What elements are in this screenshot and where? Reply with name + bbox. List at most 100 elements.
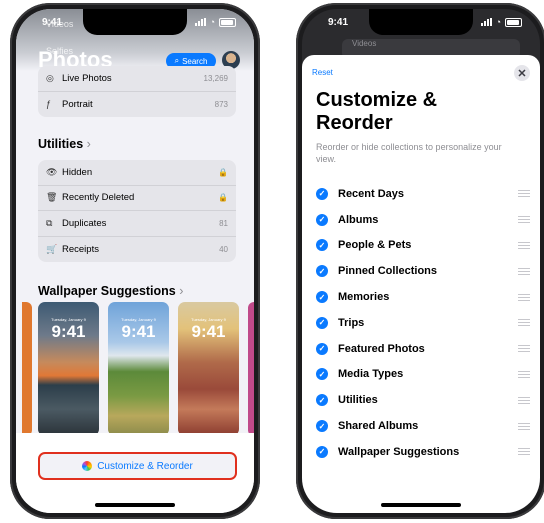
collection-list: ✓ Recent Days ✓ Albums ✓ People & Pets ✓ Pin…	[316, 181, 530, 465]
list-item-label: Duplicates	[62, 217, 107, 229]
checkmark-icon[interactable]: ✓	[316, 342, 328, 355]
list-item-count: 40	[219, 245, 228, 255]
drag-handle-icon[interactable]	[518, 267, 530, 275]
wallpaper-time: 9:41	[191, 322, 226, 341]
list-item-count: 13,269	[203, 73, 228, 83]
list-item-label: People & Pets	[338, 239, 412, 252]
wallpaper-time: 9:41	[51, 322, 86, 341]
wallpaper-carousel[interactable]: Tuesday, January 9 9:41 Tuesday, January…	[16, 302, 254, 438]
drag-handle-icon[interactable]	[518, 216, 530, 224]
list-item-label: Wallpaper Suggestions	[338, 445, 460, 458]
drag-handle-icon[interactable]	[518, 241, 530, 249]
lock-icon: 🔒	[218, 193, 228, 203]
checkmark-icon[interactable]: ✓	[316, 187, 328, 200]
drag-handle-icon[interactable]	[518, 293, 530, 301]
list-item-label: Shared Albums	[338, 420, 419, 433]
list-item-label: Hidden	[62, 166, 93, 178]
reset-button[interactable]: Reset	[312, 68, 333, 77]
list-item-count: 873	[214, 99, 228, 109]
battery-icon	[219, 17, 236, 27]
lock-icon: 🔒	[218, 167, 228, 177]
battery-icon	[505, 17, 522, 27]
home-indicator	[381, 503, 461, 507]
list-item[interactable]: ✓ Media Types	[316, 362, 530, 388]
status-time: 9:41	[42, 16, 63, 28]
wallpaper-heading[interactable]: Wallpaper Suggestions ›	[38, 284, 183, 298]
wifi-icon: ◔	[209, 17, 215, 27]
live-photos-icon: ◎	[46, 72, 54, 83]
list-item-label: Featured Photos	[338, 342, 425, 355]
photos-app-icon	[82, 461, 93, 471]
wallpaper-thumbnail[interactable]: Tuesday, January 9 9:41	[38, 302, 99, 436]
utilities-heading[interactable]: Utilities ›	[38, 137, 91, 151]
customize-reorder-button[interactable]: Customize & Reorder	[38, 452, 237, 480]
wallpaper-thumbnail-partial[interactable]	[248, 302, 254, 436]
list-item[interactable]: ƒ Portrait 873	[38, 92, 236, 118]
list-item-count: 81	[219, 218, 228, 228]
drag-handle-icon[interactable]	[518, 190, 530, 198]
wallpaper-thumbnail-partial[interactable]	[22, 302, 32, 436]
list-item[interactable]: ✓ Pinned Collections	[316, 258, 530, 284]
list-item-label: Recently Deleted	[62, 192, 135, 204]
chevron-right-icon: ›	[86, 137, 91, 151]
list-item-label: Portrait	[62, 98, 93, 110]
wallpaper-thumbnail[interactable]: Tuesday, January 9 9:41	[178, 302, 239, 436]
utilities-card: 👁 Hidden 🔒 🗑 Recently Deleted 🔒 ⧉ Duplic…	[38, 160, 236, 263]
right-phone: 9:41 ◔ Videos Reset ✕ Customize & Reorde…	[296, 3, 544, 519]
checkmark-icon[interactable]: ✓	[316, 316, 328, 329]
list-item-label: Albums	[338, 213, 379, 226]
drag-handle-icon[interactable]	[518, 319, 530, 327]
list-item[interactable]: ✓ Wallpaper Suggestions	[316, 439, 530, 465]
customize-sheet: Reset ✕ Customize & Reorder Reorder or h…	[302, 55, 540, 513]
list-item[interactable]: ⧉ Duplicates 81	[38, 211, 236, 237]
checkmark-icon[interactable]: ✓	[316, 213, 328, 226]
dynamic-island	[369, 9, 473, 35]
list-item-label: Memories	[338, 291, 390, 304]
portrait-icon: ƒ	[46, 99, 52, 110]
close-button[interactable]: ✕	[514, 65, 530, 81]
duplicates-icon: ⧉	[46, 217, 53, 228]
checkmark-icon[interactable]: ✓	[316, 368, 328, 381]
list-item[interactable]: ✓ Recent Days	[316, 181, 530, 207]
list-item[interactable]: ✓ Shared Albums	[316, 413, 530, 439]
list-item[interactable]: 🗑 Recently Deleted 🔒	[38, 186, 236, 212]
list-item-label: Recent Days	[338, 187, 405, 200]
checkmark-icon[interactable]: ✓	[316, 445, 328, 458]
cart-icon: 🛒	[46, 244, 58, 255]
wallpaper-time: 9:41	[121, 322, 156, 341]
drag-handle-icon[interactable]	[518, 345, 530, 353]
list-item-label: Trips	[338, 316, 365, 329]
wallpaper-thumbnail[interactable]: Tuesday, January 9 9:41	[108, 302, 169, 436]
list-item[interactable]: ◎ Live Photos 13,269	[38, 66, 236, 92]
list-item[interactable]: ✓ People & Pets	[316, 233, 530, 259]
list-item[interactable]: ✓ Memories	[316, 284, 530, 310]
media-types-card: ◎ Live Photos 13,269 ƒ Portrait 873	[38, 66, 236, 118]
wifi-icon: ◔	[495, 17, 501, 27]
customize-screen: 9:41 ◔ Videos Reset ✕ Customize & Reorde…	[302, 9, 540, 513]
checkmark-icon[interactable]: ✓	[316, 420, 328, 433]
sheet-title: Customize & Reorder	[316, 89, 438, 134]
list-item[interactable]: ✓ Utilities	[316, 387, 530, 413]
drag-handle-icon[interactable]	[518, 422, 530, 430]
chevron-right-icon: ›	[179, 284, 184, 298]
checkmark-icon[interactable]: ✓	[316, 394, 328, 407]
checkmark-icon[interactable]: ✓	[316, 239, 328, 252]
drag-handle-icon[interactable]	[518, 396, 530, 404]
close-icon: ✕	[517, 67, 527, 80]
list-item[interactable]: ✓ Albums	[316, 207, 530, 233]
list-item-label: Utilities	[338, 394, 378, 407]
checkmark-icon[interactable]: ✓	[316, 291, 328, 304]
list-item[interactable]: ✓ Featured Photos	[316, 336, 530, 362]
drag-handle-icon[interactable]	[518, 448, 530, 456]
checkmark-icon[interactable]: ✓	[316, 265, 328, 278]
eye-icon: 👁	[46, 166, 58, 177]
trash-icon: 🗑	[46, 192, 58, 203]
list-item[interactable]: 👁 Hidden 🔒	[38, 160, 236, 186]
drag-handle-icon[interactable]	[518, 370, 530, 378]
signal-icon	[194, 18, 206, 26]
list-item[interactable]: 🛒 Receipts 40	[38, 237, 236, 263]
sheet-subtitle: Reorder or hide collections to personali…	[316, 142, 502, 164]
list-item-label: Live Photos	[62, 72, 112, 84]
list-item[interactable]: ✓ Trips	[316, 310, 530, 336]
search-icon: ⌕	[174, 56, 180, 65]
